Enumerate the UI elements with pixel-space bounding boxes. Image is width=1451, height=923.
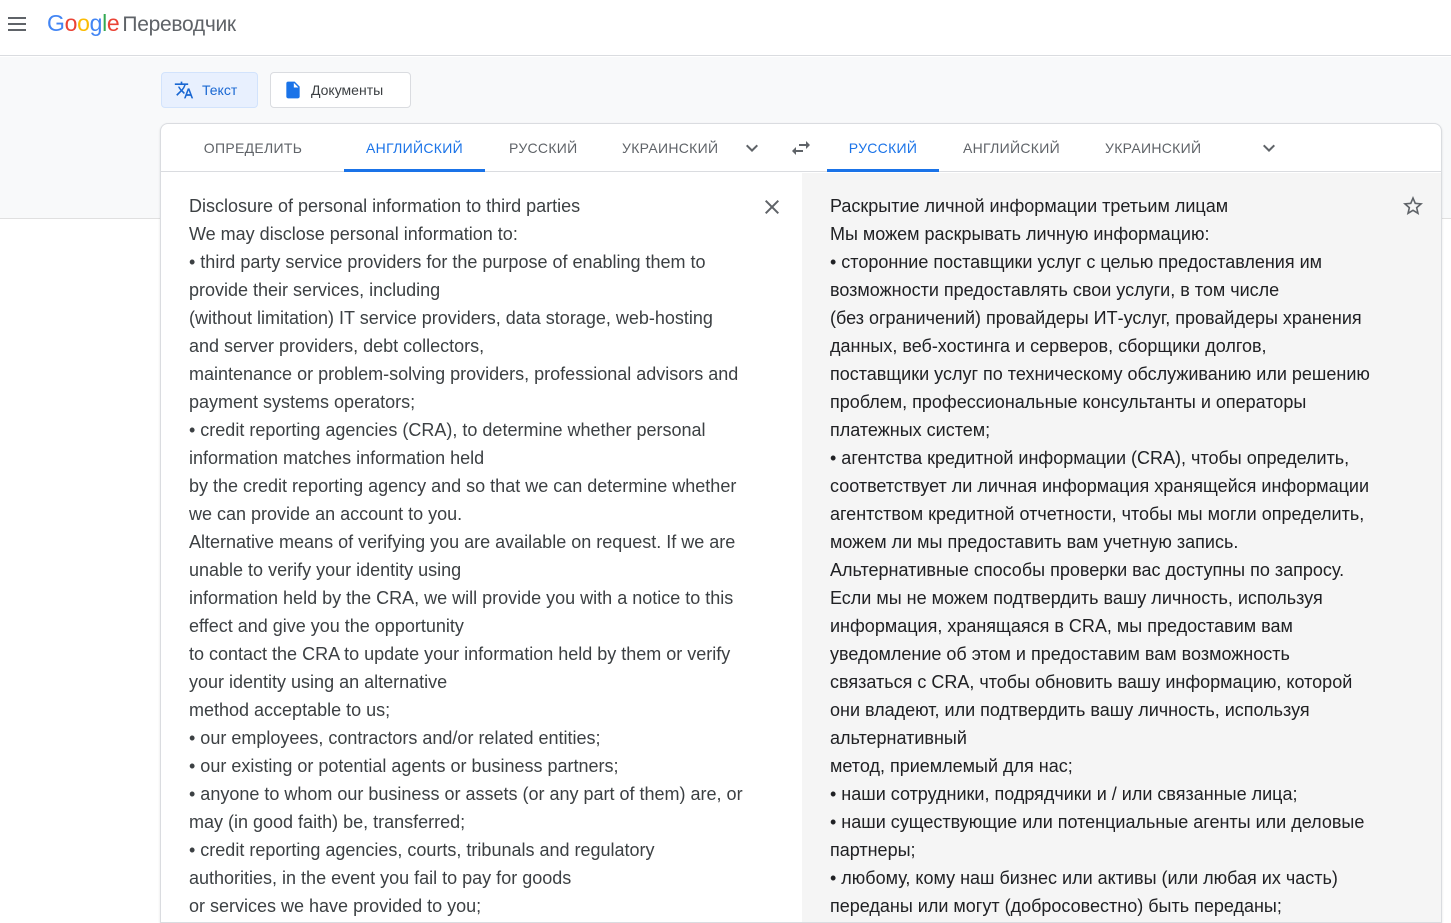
source-languages-expand-button[interactable] [740,136,764,160]
source-text-input[interactable]: Disclosure of personal information to th… [189,192,743,920]
chevron-down-icon [1263,144,1275,152]
target-languages-expand-button[interactable] [1257,136,1281,160]
tab-source-russian[interactable]: РУССКИЙ [509,124,577,172]
product-name: Переводчик [122,13,236,36]
text-mode-label: Текст [202,82,238,98]
google-translate-logo[interactable]: Google Переводчик [47,10,236,37]
source-text-pane[interactable]: Disclosure of personal information to th… [161,173,802,922]
swap-languages-button[interactable] [789,136,813,160]
tab-target-russian[interactable]: РУССКИЙ [827,124,939,172]
tab-target-english[interactable]: АНГЛИЙСКИЙ [963,124,1060,172]
text-mode-button[interactable]: Текст [161,72,258,108]
tab-source-english[interactable]: АНГЛИЙСКИЙ [344,124,485,172]
translated-text: Раскрытие личной информации третьим лица… [830,196,1370,916]
main-menu-button[interactable] [8,12,30,36]
top-app-bar: Google Переводчик [0,0,1451,56]
translation-card: ОПРЕДЕЛИТЬ ЯЗЫК АНГЛИЙСКИЙ РУССКИЙ УКРАИ… [160,123,1442,923]
hamburger-menu-icon [8,17,26,19]
swap-languages-icon [792,141,810,155]
documents-mode-label: Документы [311,82,384,98]
document-icon [283,80,303,100]
save-translation-button[interactable] [1401,194,1425,218]
documents-mode-button[interactable]: Документы [270,72,411,108]
star-icon [1403,196,1423,215]
translation-output-pane: Раскрытие личной информации третьим лица… [802,173,1441,922]
clear-source-text-button[interactable] [760,195,784,219]
tab-target-ukrainian[interactable]: УКРАИНСКИЙ [1105,124,1201,172]
tab-source-ukrainian[interactable]: УКРАИНСКИЙ [622,124,718,172]
close-icon [765,200,779,214]
chevron-down-icon [746,144,758,152]
tab-detect-language[interactable]: ОПРЕДЕЛИТЬ ЯЗЫК [185,124,321,204]
translate-icon [174,80,194,100]
language-bar: ОПРЕДЕЛИТЬ ЯЗЫК АНГЛИЙСКИЙ РУССКИЙ УКРАИ… [161,124,1441,204]
